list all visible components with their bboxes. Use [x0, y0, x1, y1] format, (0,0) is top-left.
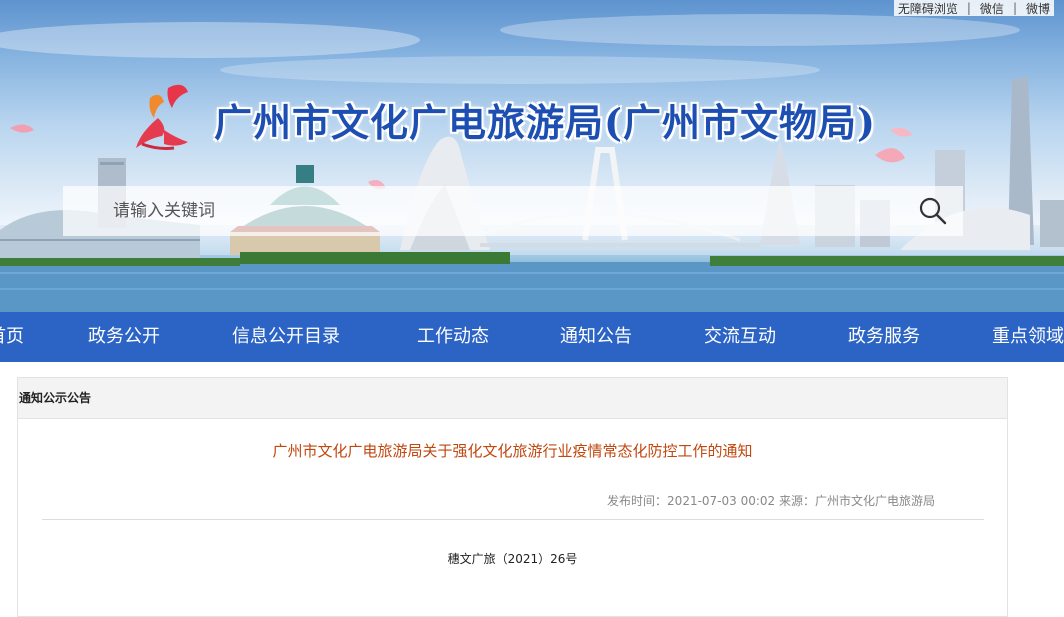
search-button[interactable] [903, 186, 963, 236]
nav-item-interaction[interactable]: 交流互动 [704, 312, 776, 362]
wechat-link[interactable]: 微信 [980, 0, 1004, 17]
top-links: 无障碍浏览 | 微信 | 微博 [893, 0, 1054, 17]
divider [42, 519, 984, 520]
city-skyline-image [0, 14, 1064, 312]
nav-item-notices[interactable]: 通知公告 [560, 312, 632, 362]
article-title: 广州市文化广电旅游局关于强化文化旅游行业疫情常态化防控工作的通知 [272, 442, 753, 460]
document-number: 穗文广旅（2021）26号 [447, 552, 578, 566]
header-banner: 广州市文化广电旅游局(广州市文物局) 无障碍浏览 | 微信 | 微博 [0, 0, 1064, 312]
nav-item-home[interactable]: 首页 [0, 312, 24, 362]
nav-item-key-areas[interactable]: 重点领域 [992, 312, 1064, 362]
article-meta: 发布时间：2021-07-03 00:02 来源：广州市文化广电旅游局 [607, 494, 935, 508]
site-title: 广州市文化广电旅游局(广州市文物局) [214, 100, 876, 145]
panel-heading: 通知公示公告 [18, 378, 1007, 419]
main-nav: 首页 政务公开 信息公开目录 工作动态 通知公告 交流互动 政务服务 重点领域 [0, 312, 1064, 362]
search-icon [919, 197, 947, 225]
bureau-logo-icon [136, 84, 188, 150]
nav-item-government-affairs[interactable]: 政务公开 [88, 312, 160, 362]
nav-item-work-news[interactable]: 工作动态 [417, 312, 489, 362]
nav-item-disclosure-catalog[interactable]: 信息公开目录 [232, 312, 340, 362]
search-input[interactable] [63, 186, 903, 236]
search-bar [63, 186, 963, 236]
divider: | [1012, 1, 1017, 15]
divider: | [966, 1, 971, 15]
notice-panel: 通知公示公告 广州市文化广电旅游局关于强化文化旅游行业疫情常态化防控工作的通知 … [17, 377, 1008, 617]
nav-item-services[interactable]: 政务服务 [848, 312, 920, 362]
accessibility-link[interactable]: 无障碍浏览 [898, 0, 958, 17]
weibo-link[interactable]: 微博 [1026, 0, 1050, 17]
